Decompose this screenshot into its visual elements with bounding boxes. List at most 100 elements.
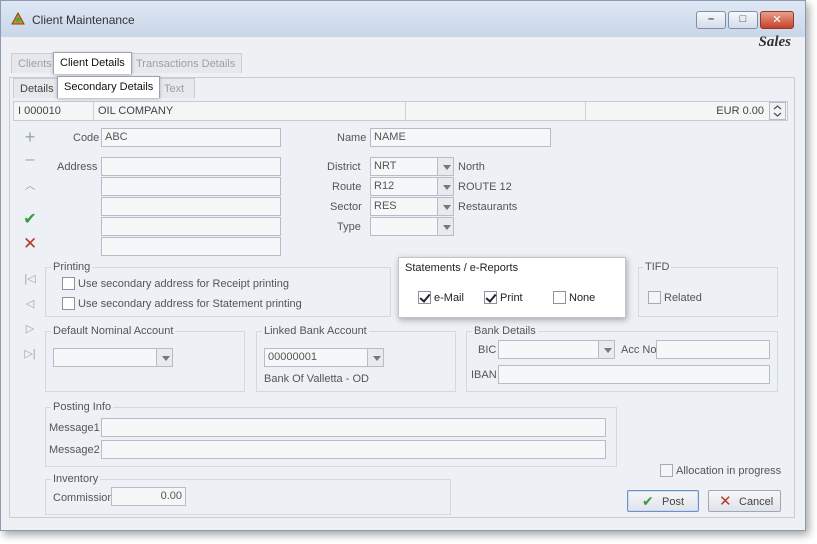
posting-title: Posting Info <box>51 401 114 413</box>
close-x-icon: ✕ <box>719 493 732 510</box>
cancel-button[interactable]: ✕ Cancel <box>708 490 781 512</box>
post-button-label: Post <box>662 496 685 508</box>
message2-input[interactable] <box>101 440 606 459</box>
allocation-checkbox[interactable] <box>660 464 673 477</box>
statement-secondary-label: Use secondary address for Statement prin… <box>78 298 302 310</box>
type-combo[interactable] <box>370 217 454 236</box>
message1-label: Message1 <box>49 422 100 434</box>
minimize-icon: – <box>707 13 715 25</box>
nominal-combo[interactable] <box>53 348 173 367</box>
tab-secondary-details[interactable]: Secondary Details <box>57 76 161 98</box>
window-title: Client Maintenance <box>32 13 135 27</box>
spin-updown-icon <box>773 105 782 117</box>
commission-input[interactable]: 0.00 <box>111 487 186 506</box>
sector-label: Sector <box>330 201 362 213</box>
message2-label: Message2 <box>49 444 100 456</box>
print-label: Print <box>500 292 523 304</box>
address-line-4[interactable] <box>101 217 281 236</box>
none-checkbox[interactable] <box>553 291 566 304</box>
bank-details-title: Bank Details <box>472 325 538 337</box>
add-icon[interactable]: + <box>23 127 37 148</box>
bic-combo[interactable] <box>498 340 615 359</box>
brand-label: Sales <box>758 34 791 50</box>
tab-text[interactable]: Text <box>157 78 195 98</box>
route-desc: ROUTE 12 <box>458 181 512 193</box>
first-record-icon[interactable]: |◁ <box>23 272 37 285</box>
tifd-title: TIFD <box>643 261 672 273</box>
chevron-down-icon[interactable] <box>598 341 614 358</box>
previous-record-icon[interactable]: ◁ <box>23 297 37 310</box>
iban-input[interactable] <box>498 365 770 384</box>
name-input[interactable]: NAME <box>370 128 551 147</box>
code-input[interactable]: ABC <box>101 128 281 147</box>
address-line-3[interactable] <box>101 197 281 216</box>
route-label: Route <box>332 181 362 193</box>
minimize-button[interactable]: – <box>696 11 726 29</box>
remove-icon[interactable]: – <box>23 151 37 169</box>
route-value: R12 <box>374 180 395 192</box>
linked-bank-desc: Bank Of Valletta - OD <box>264 373 369 385</box>
inventory-title: Inventory <box>51 473 101 485</box>
maximize-icon: □ <box>739 13 747 25</box>
linked-bank-combo[interactable]: 00000001 <box>264 348 384 367</box>
receipt-secondary-checkbox[interactable] <box>62 277 75 290</box>
close-button[interactable]: ✕ <box>760 11 794 29</box>
edit-up-icon[interactable]: ︿ <box>23 177 37 193</box>
sector-combo[interactable]: RES <box>370 197 454 216</box>
chevron-down-icon[interactable] <box>367 349 383 366</box>
title-bar: Client Maintenance – □ ✕ <box>1 1 805 37</box>
tab-client-details[interactable]: Client Details <box>53 52 132 74</box>
post-button[interactable]: ✔ Post <box>627 490 699 512</box>
statements-group: Statements / e-Reports e-Mail Print None <box>398 257 626 318</box>
record-code-cell: I 000010 <box>14 102 94 120</box>
tifd-related-checkbox[interactable] <box>648 291 661 304</box>
linked-bank-title: Linked Bank Account <box>262 325 369 337</box>
statements-title: Statements / e-Reports <box>405 262 519 274</box>
address-line-1[interactable] <box>101 157 281 176</box>
tab-transactions-details[interactable]: Transactions Details <box>127 53 243 73</box>
last-record-icon[interactable]: ▷| <box>23 347 37 360</box>
chevron-down-icon[interactable] <box>156 349 172 366</box>
district-desc: North <box>458 161 485 173</box>
record-empty-cell <box>406 102 586 120</box>
tifd-related-label: Related <box>664 292 702 304</box>
email-checkbox[interactable] <box>418 291 431 304</box>
message1-input[interactable] <box>101 418 606 437</box>
chevron-down-icon[interactable] <box>437 198 453 215</box>
sector-value: RES <box>374 200 397 212</box>
accno-input[interactable] <box>656 340 770 359</box>
chevron-down-icon[interactable] <box>437 218 453 235</box>
record-balance: EUR 0.00 <box>716 105 764 117</box>
next-record-icon[interactable]: ▷ <box>23 322 37 335</box>
chevron-down-icon[interactable] <box>437 158 453 175</box>
maximize-button[interactable]: □ <box>728 11 758 29</box>
record-bar: I 000010 OIL COMPANY EUR 0.00 <box>13 101 788 121</box>
print-checkbox[interactable] <box>484 291 497 304</box>
sector-desc: Restaurants <box>458 201 518 213</box>
tab-details[interactable]: Details <box>13 78 61 98</box>
allocation-label: Allocation in progress <box>676 465 782 477</box>
type-label: Type <box>337 221 361 233</box>
receipt-secondary-label: Use secondary address for Receipt printi… <box>78 278 289 290</box>
name-label: Name <box>337 132 367 144</box>
tab-clients[interactable]: Clients <box>11 53 59 73</box>
record-marker: I <box>18 105 22 117</box>
check-icon: ✔ <box>642 493 654 509</box>
record-name: OIL COMPANY <box>94 102 406 120</box>
district-combo[interactable]: NRT <box>370 157 454 176</box>
close-icon: ✕ <box>772 14 782 26</box>
district-value: NRT <box>374 160 397 172</box>
address-line-2[interactable] <box>101 177 281 196</box>
code-label: Code <box>73 132 100 144</box>
record-spinner[interactable] <box>769 102 786 120</box>
address-line-5[interactable] <box>101 237 281 256</box>
bic-label: BIC <box>478 344 497 356</box>
confirm-check-icon[interactable]: ✔ <box>23 209 37 229</box>
delete-x-icon[interactable]: ✕ <box>23 234 37 254</box>
app-icon <box>11 12 25 25</box>
record-code: 000010 <box>24 105 61 117</box>
chevron-down-icon[interactable] <box>437 178 453 195</box>
route-combo[interactable]: R12 <box>370 177 454 196</box>
address-label: Address <box>57 161 98 173</box>
statement-secondary-checkbox[interactable] <box>62 297 75 310</box>
